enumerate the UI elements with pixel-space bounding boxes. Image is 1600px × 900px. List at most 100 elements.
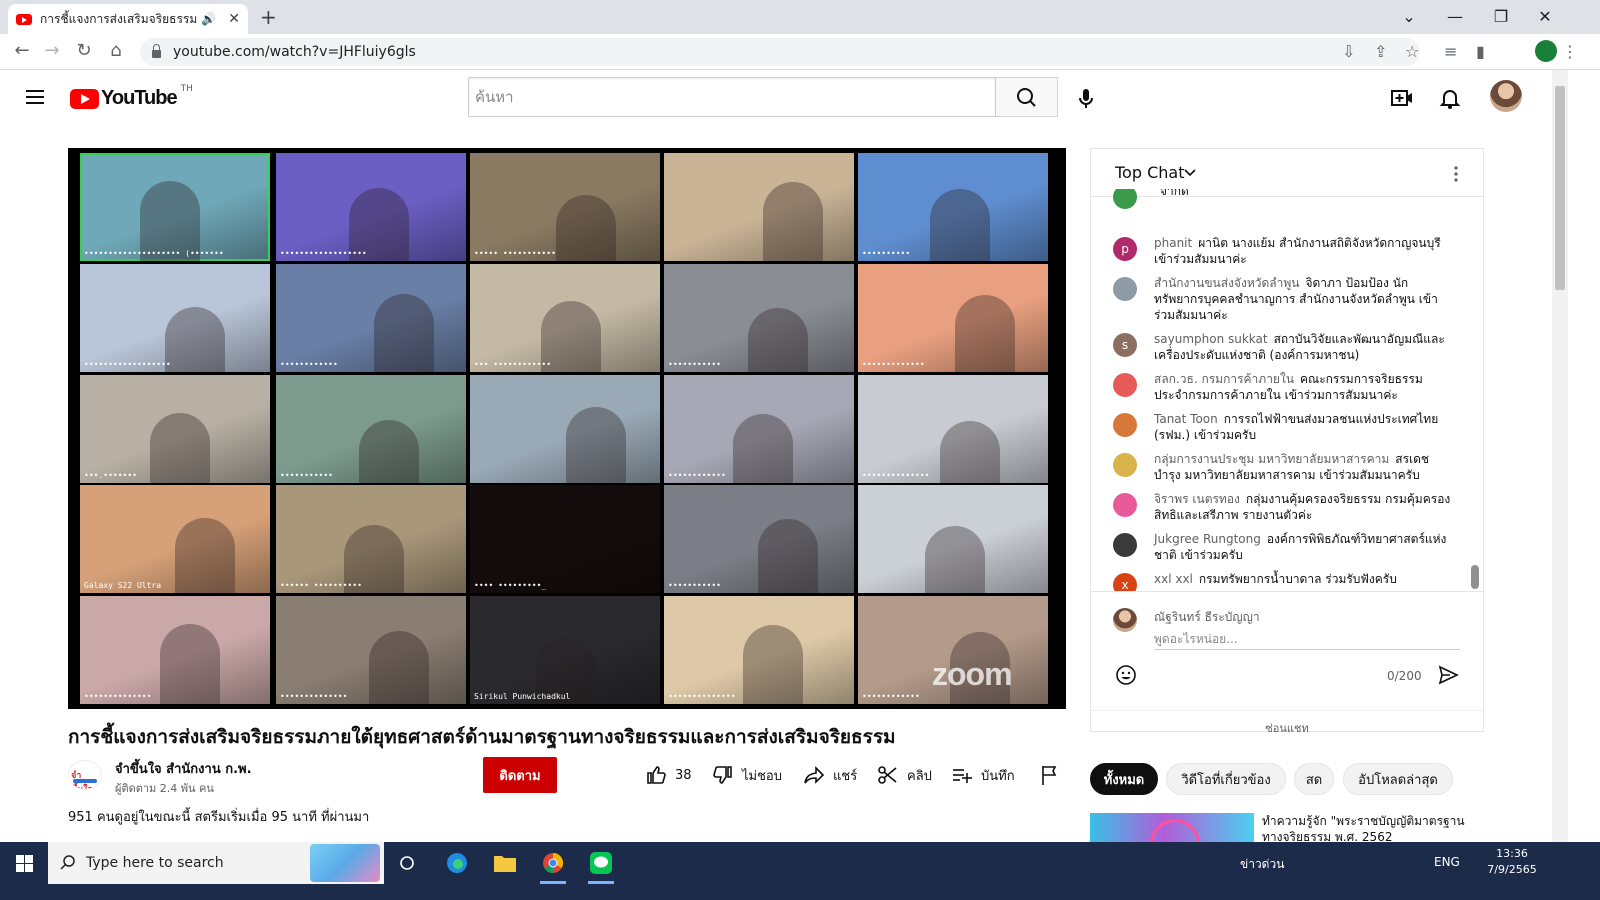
menu-icon[interactable] bbox=[26, 90, 44, 104]
new-tab-button[interactable]: + bbox=[260, 5, 277, 29]
close-window-button[interactable]: ✕ bbox=[1522, 4, 1568, 30]
chat-scrollbar[interactable] bbox=[1471, 199, 1479, 589]
chat-author-avatar[interactable] bbox=[1113, 413, 1137, 437]
back-arrow-icon[interactable]: ← bbox=[10, 40, 34, 61]
add-to-playlist-icon bbox=[953, 769, 972, 783]
maximize-button[interactable]: ❐ bbox=[1478, 4, 1524, 30]
voice-search-button[interactable] bbox=[1072, 84, 1100, 112]
clock[interactable]: 13:36 7/9/2565 bbox=[1472, 846, 1552, 878]
chat-message-body: xxl xxl กรมทรัพยากรน้ำบาดาล ร่วมรับฟังครั… bbox=[1154, 571, 1454, 587]
chat-author-name[interactable]: phanit bbox=[1154, 236, 1192, 250]
reading-list-icon[interactable]: ≡ bbox=[1444, 42, 1457, 61]
side-panel-icon[interactable]: ▮ bbox=[1476, 42, 1485, 61]
chat-author-name[interactable]: Tanat Toon bbox=[1154, 412, 1218, 426]
search-button[interactable] bbox=[996, 77, 1058, 117]
participant-tile bbox=[858, 485, 1048, 593]
chat-author-avatar[interactable]: p bbox=[1113, 237, 1137, 261]
like-button[interactable]: 38 bbox=[645, 764, 692, 786]
tab-title: การชี้แจงการส่งเสริมจริยธรรมภายใ bbox=[40, 11, 198, 26]
participant-name: •••••••••••• bbox=[280, 360, 338, 369]
chat-author-avatar[interactable] bbox=[1113, 453, 1137, 477]
chat-author-name[interactable]: สลก.วธ. กรมการค้าภายใน bbox=[1154, 372, 1294, 386]
close-tab-icon[interactable]: ✕ bbox=[228, 11, 240, 27]
hide-chat-button[interactable]: ซ่อนแชท bbox=[1091, 710, 1483, 737]
chevron-down-icon[interactable] bbox=[1183, 168, 1197, 178]
participant-silhouette bbox=[359, 420, 419, 483]
save-button[interactable]: บันทึก bbox=[951, 764, 1015, 786]
file-explorer-icon[interactable] bbox=[490, 848, 520, 878]
share-page-icon[interactable]: ⇪ bbox=[1374, 42, 1387, 61]
participant-tile: •••••••••••• bbox=[276, 264, 466, 372]
news-widget[interactable]: ข่าวด่วน bbox=[1240, 855, 1284, 874]
video-player[interactable]: •••••••••••••••••••• (••••••• •••••••••••… bbox=[68, 148, 1066, 709]
chat-author-avatar[interactable] bbox=[1113, 533, 1137, 557]
participant-tile: •••.••••••• bbox=[80, 375, 270, 483]
chat-author-name[interactable]: sayumphon sukkat bbox=[1154, 332, 1268, 346]
reload-icon[interactable]: ↻ bbox=[72, 40, 96, 61]
chat-author-avatar[interactable] bbox=[1113, 189, 1137, 209]
participant-tile: •••••• •••••••••• bbox=[276, 485, 466, 593]
chat-message-body: กลุ่มการงานประชุม มหาวิทยาลัยมหาสารคาม สร… bbox=[1154, 451, 1454, 483]
channel-name[interactable]: จำขึ้นใจ สำนักงาน ก.พ. bbox=[115, 758, 252, 779]
chat-message-list[interactable]: จำกัด p phanit ผานิต นางแย้ม สำนักงานสถิติจ… bbox=[1091, 189, 1469, 591]
chat-author-avatar[interactable]: s bbox=[1113, 333, 1137, 357]
chat-author-avatar[interactable] bbox=[1113, 373, 1137, 397]
taskbar-search-box[interactable]: Type here to search bbox=[48, 842, 384, 884]
search-input[interactable]: ค้นหา bbox=[468, 77, 996, 117]
participant-name: •••••••••• bbox=[862, 249, 911, 258]
address-bar[interactable]: youtube.com/watch?v=JHFluiy6gls bbox=[140, 38, 1420, 66]
bookmark-star-icon[interactable]: ☆ bbox=[1405, 42, 1419, 61]
edge-browser-icon[interactable] bbox=[442, 848, 472, 878]
chat-author-avatar[interactable] bbox=[1113, 493, 1137, 517]
chat-message-input[interactable]: พูดอะไรหน่อย... bbox=[1154, 630, 1460, 650]
subscribe-button[interactable]: ติดตาม bbox=[483, 757, 557, 793]
clip-button[interactable]: คลิป bbox=[877, 764, 932, 786]
channel-avatar[interactable]: จำขึ้นใจ bbox=[68, 760, 102, 790]
related-video-title[interactable]: ทำความรู้จัก "พระราชบัญญัติมาตรฐานทางจริ… bbox=[1262, 813, 1482, 843]
youtube-logo[interactable]: YouTube TH bbox=[70, 83, 193, 110]
install-app-icon[interactable]: ⇩ bbox=[1342, 42, 1355, 61]
send-icon[interactable] bbox=[1437, 664, 1459, 686]
line-app-icon[interactable] bbox=[586, 848, 616, 884]
emoji-icon[interactable] bbox=[1115, 664, 1137, 686]
chip-recently-uploaded[interactable]: อัปโหลดล่าสุด bbox=[1343, 763, 1453, 795]
chat-author-avatar[interactable]: x bbox=[1113, 573, 1137, 591]
participant-tile: ••••••••••• bbox=[276, 375, 466, 483]
chat-author-name[interactable]: จิราพร เนตรทอง bbox=[1154, 492, 1240, 506]
chat-author-name[interactable]: xxl xxl bbox=[1154, 572, 1193, 586]
tab-search-icon[interactable]: ⌄ bbox=[1386, 4, 1432, 30]
more-options-icon[interactable] bbox=[1453, 165, 1459, 183]
participant-name: Galaxy S22 Ultra bbox=[84, 581, 162, 590]
browser-tab-strip: การชี้แจงการส่งเสริมจริยธรรมภายใ 🔊 ✕ + ⌄… bbox=[0, 0, 1600, 34]
chat-author-avatar[interactable] bbox=[1113, 277, 1137, 301]
participant-name: •••••••••••••• bbox=[280, 692, 348, 701]
windows-start-icon[interactable] bbox=[16, 855, 33, 872]
chip-live[interactable]: สด bbox=[1294, 763, 1334, 795]
user-avatar[interactable] bbox=[1490, 80, 1522, 112]
chat-author-name[interactable]: กลุ่มการงานประชุม มหาวิทยาลัยมหาสารคาม bbox=[1154, 452, 1389, 466]
browser-tab[interactable]: การชี้แจงการส่งเสริมจริยธรรมภายใ 🔊 ✕ bbox=[8, 4, 248, 34]
task-view-icon[interactable] bbox=[392, 848, 422, 878]
related-video-thumbnail[interactable] bbox=[1090, 813, 1254, 843]
audio-playing-icon[interactable]: 🔊 bbox=[201, 12, 216, 26]
share-button[interactable]: แชร์ bbox=[803, 764, 857, 786]
create-video-icon[interactable] bbox=[1390, 86, 1414, 110]
chip-related[interactable]: วิดีโอที่เกี่ยวข้อง bbox=[1166, 763, 1286, 795]
chip-all[interactable]: ทั้งหมด bbox=[1090, 763, 1158, 795]
minimize-button[interactable]: — bbox=[1432, 4, 1478, 30]
forward-arrow-icon[interactable]: → bbox=[40, 40, 64, 61]
logo-country-code: TH bbox=[180, 83, 193, 94]
notifications-bell-icon[interactable] bbox=[1438, 86, 1462, 110]
input-language[interactable]: ENG bbox=[1434, 855, 1460, 869]
page-scrollbar[interactable] bbox=[1552, 70, 1568, 842]
self-name: ณัฐรินทร์ ธีระบัญญา bbox=[1154, 610, 1260, 624]
chat-author-name[interactable]: Jukgree Rungtong bbox=[1154, 532, 1261, 546]
browser-profile-avatar[interactable] bbox=[1535, 40, 1557, 62]
chrome-browser-icon[interactable] bbox=[538, 848, 568, 884]
chrome-menu-icon[interactable]: ⋮ bbox=[1562, 42, 1578, 61]
chat-mode-label[interactable]: Top Chat bbox=[1115, 163, 1184, 182]
dislike-button[interactable]: ไม่ชอบ bbox=[712, 764, 782, 786]
home-icon[interactable]: ⌂ bbox=[104, 40, 128, 61]
report-button[interactable] bbox=[1040, 764, 1068, 786]
chat-author-name[interactable]: สำนักงานขนส่งจังหวัดลำพูน bbox=[1154, 276, 1299, 290]
